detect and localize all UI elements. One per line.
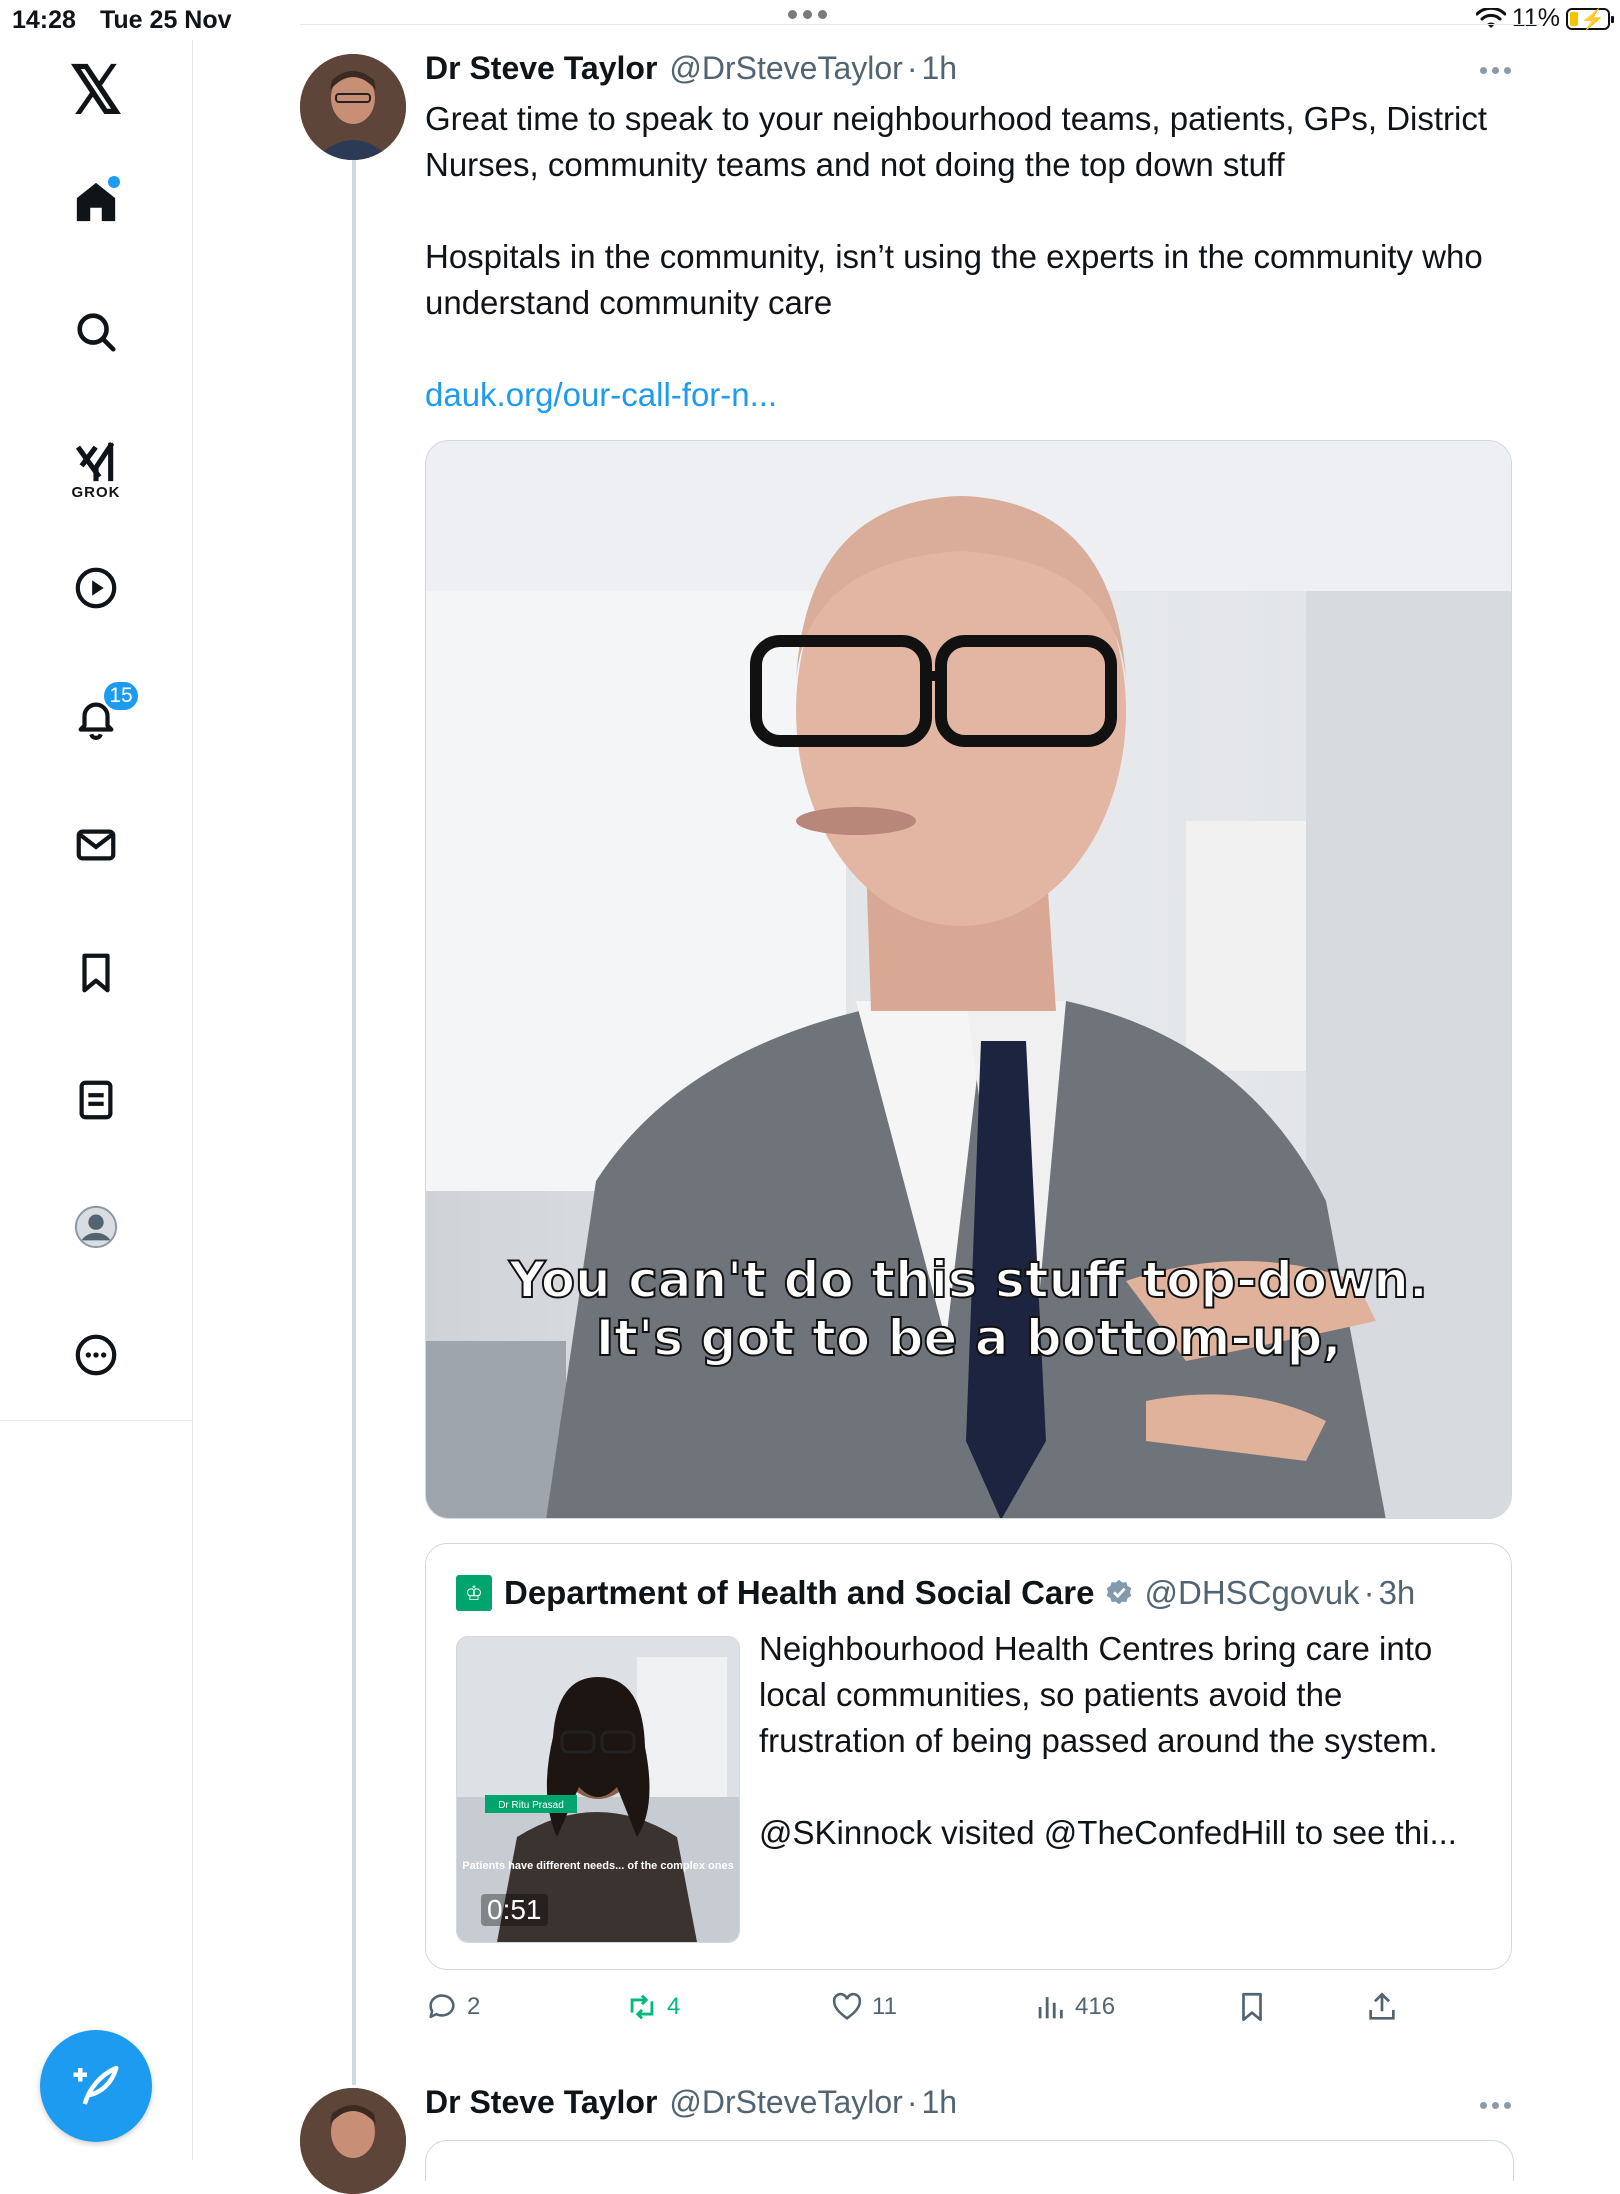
status-date: Tue 25 Nov	[100, 6, 232, 34]
sidebar-item-explore[interactable]	[66, 302, 126, 362]
reply-count: 2	[467, 1993, 481, 2020]
tweet2-more-options-icon[interactable]	[1480, 2098, 1520, 2112]
play-icon	[75, 567, 117, 609]
verified-badge-icon	[1107, 1579, 1132, 1605]
thread-line	[352, 160, 356, 2085]
video-caption-line: You can't do this stuff top-down.	[508, 1250, 1429, 1310]
home-unread-dot	[108, 176, 120, 188]
tweet-more-options-icon[interactable]	[1480, 63, 1520, 77]
quote-author-handle: @DHSCgovuk	[1144, 1574, 1360, 1611]
more-circle-icon	[75, 1334, 117, 1376]
tweet2-separator: ·	[906, 2084, 918, 2120]
tweet2-author-avatar[interactable]	[300, 2088, 406, 2194]
tweet2-media-edge[interactable]	[425, 2140, 1514, 2181]
tweet-video[interactable]: You can't do this stuff top-down. It's g…	[425, 440, 1512, 1519]
battery-percent: 11%	[1511, 4, 1560, 32]
tweet-actions: 2 4 11 416	[425, 1990, 1425, 2034]
quoted-tweet[interactable]: ♔ Department of Health and Social Care @…	[425, 1543, 1512, 1970]
views-chart-icon	[1038, 1997, 1063, 2019]
avatar-icon	[74, 1205, 118, 1249]
tweet-paragraph: Hospitals in the community, isn’t using …	[425, 238, 1483, 321]
repost-count: 4	[667, 1993, 681, 2020]
multitasking-dots-icon[interactable]	[788, 10, 827, 19]
compose-button[interactable]	[40, 2030, 152, 2142]
tweet-separator: ·	[906, 50, 918, 86]
status-time: 14:28	[12, 6, 76, 34]
bookmark-icon	[1242, 1992, 1262, 2022]
repost-button[interactable]: 4	[625, 1990, 680, 2024]
bookmark-button[interactable]	[1235, 1990, 1269, 2024]
sidebar-item-home[interactable]	[66, 172, 126, 232]
tweet-header: Dr Steve Taylor @DrSteveTaylor · 1h	[425, 50, 957, 87]
tweet-paragraph: Great time to speak to your neighbourhoo…	[425, 100, 1488, 183]
sidebar-item-x-logo[interactable]: 𝕏	[66, 53, 126, 127]
notification-badge: 15	[102, 680, 140, 712]
feed-top-divider	[300, 24, 1540, 25]
sidebar-item-video[interactable]	[66, 558, 126, 618]
tweet-text: Great time to speak to your neighbourhoo…	[425, 96, 1505, 326]
sidebar-divider	[0, 1420, 192, 1421]
quote-video-thumbnail[interactable]: Dr Ritu Prasad Patients have different n…	[456, 1636, 740, 1943]
tweet2-header: Dr Steve Taylor @DrSteveTaylor · 1h	[425, 2084, 957, 2121]
bookmark-icon	[82, 953, 110, 993]
tweet2-timestamp[interactable]: 1h	[921, 2084, 957, 2121]
quote-header: ♔ Department of Health and Social Care @…	[456, 1574, 1415, 1612]
video-caption-line: It's got to be a bottom-up,	[595, 1308, 1343, 1368]
quote-separator: ·	[1363, 1574, 1375, 1611]
sidebar-item-profile[interactable]	[66, 1197, 126, 1257]
share-icon	[1369, 1992, 1395, 2020]
grok-label: GROK	[71, 483, 121, 501]
quote-text: Neighbourhood Health Centres bring care …	[759, 1626, 1489, 1856]
tweet-author-name[interactable]: Dr Steve Taylor	[425, 50, 657, 87]
views-button[interactable]: 416	[1033, 1990, 1115, 2024]
avatar-photo	[300, 2088, 406, 2194]
status-bar: 14:28 Tue 25 Nov 11% ⚡	[0, 0, 1620, 40]
dhsc-logo-icon: ♔	[456, 1575, 492, 1611]
views-count: 416	[1075, 1993, 1116, 2020]
thumb-name-tag: Dr Ritu Prasad	[498, 1800, 564, 1811]
sidebar-item-bookmarks[interactable]	[66, 943, 126, 1003]
compose-feather-icon	[73, 2065, 119, 2105]
mail-icon	[76, 829, 116, 861]
repost-icon	[630, 1994, 654, 2020]
list-icon	[79, 1080, 113, 1120]
sidebar-item-more[interactable]	[66, 1325, 126, 1385]
avatar-photo	[300, 54, 406, 160]
quote-timestamp: 3h	[1378, 1574, 1416, 1611]
sidebar-item-lists[interactable]	[66, 1070, 126, 1130]
reply-button[interactable]: 2	[425, 1990, 480, 2024]
sidebar-item-notifications[interactable]: 15	[66, 680, 140, 748]
video-duration: 0:51	[481, 1894, 548, 1926]
battery-icon: ⚡	[1566, 7, 1614, 31]
x-logo-icon: 𝕏	[69, 53, 123, 127]
tweet2-author-handle[interactable]: @DrSteveTaylor	[669, 2084, 902, 2121]
share-button[interactable]	[1365, 1990, 1399, 2024]
status-right: 11% ⚡	[1475, 4, 1614, 33]
like-count: 11	[872, 1993, 897, 2020]
like-button[interactable]: 11	[830, 1990, 897, 2024]
tweet-author-avatar[interactable]	[300, 54, 406, 160]
sidebar-item-grok[interactable]: GROK	[66, 425, 126, 515]
tweet2-author-name[interactable]: Dr Steve Taylor	[425, 2084, 657, 2121]
sidebar: 𝕏 GROK 15	[0, 40, 193, 2160]
grok-icon	[75, 441, 115, 481]
tweet-author-handle[interactable]: @DrSteveTaylor	[669, 50, 902, 87]
quote-paragraph: @SKinnock visited @TheConfedHill to see …	[759, 1814, 1457, 1851]
heart-icon	[832, 1992, 862, 2020]
tweet-link[interactable]: dauk.org/our-call-for-n...	[425, 376, 777, 414]
sidebar-item-messages[interactable]	[66, 815, 126, 875]
search-icon	[77, 313, 116, 352]
reply-icon	[429, 1994, 455, 2019]
tweet-timestamp[interactable]: 1h	[921, 50, 957, 87]
quote-author-name: Department of Health and Social Care	[504, 1574, 1095, 1611]
quote-paragraph: Neighbourhood Health Centres bring care …	[759, 1630, 1438, 1759]
wifi-icon	[1475, 7, 1506, 28]
thumb-caption: Patients have different needs... of the …	[462, 1860, 733, 1872]
